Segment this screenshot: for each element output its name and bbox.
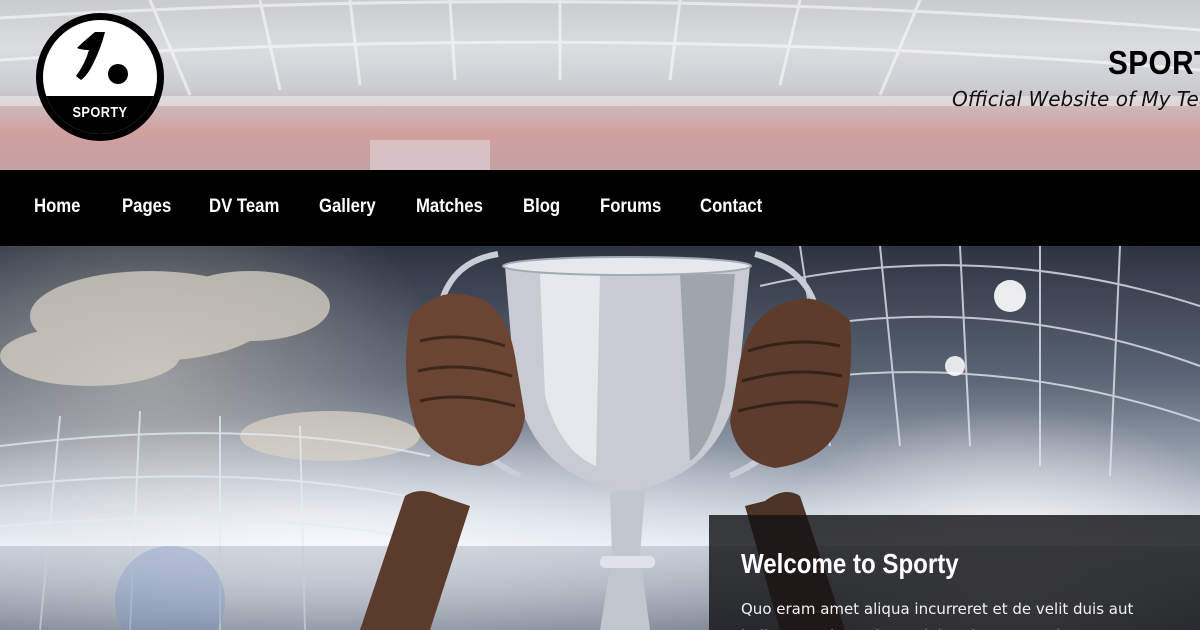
logo-disc: SPORTY	[43, 20, 157, 134]
site-title[interactable]: SPORTY	[1108, 44, 1200, 82]
welcome-panel: Welcome to Sporty Quo eram amet aliqua i…	[709, 515, 1200, 630]
logo-text: SPORTY	[72, 104, 128, 121]
nav-item-dv-team[interactable]: DV Team	[209, 196, 279, 218]
main-navigation: Home Pages DV Team Gallery Matches Blog …	[0, 170, 1200, 246]
sporty-logo[interactable]: SPORTY	[36, 13, 164, 141]
nav-item-blog[interactable]: Blog	[523, 196, 560, 218]
nav-item-contact[interactable]: Contact	[700, 196, 762, 218]
nav-item-matches[interactable]: Matches	[416, 196, 483, 218]
nav-item-pages[interactable]: Pages	[122, 196, 171, 218]
stadium-roof-background	[0, 0, 1200, 170]
site-tagline: Official Website of My Team	[952, 87, 1200, 111]
welcome-text: Quo eram amet aliqua incurreret et de ve…	[741, 600, 1149, 630]
nav-item-forums[interactable]: Forums	[600, 196, 661, 218]
site-header: SPORTY SPORTY Official Website of My Tea…	[0, 0, 1200, 170]
welcome-title: Welcome to Sporty	[741, 548, 959, 579]
nav-item-gallery[interactable]: Gallery	[319, 196, 376, 218]
hero-banner: Welcome to Sporty Quo eram amet aliqua i…	[0, 246, 1200, 630]
nav-item-home[interactable]: Home	[34, 196, 80, 218]
